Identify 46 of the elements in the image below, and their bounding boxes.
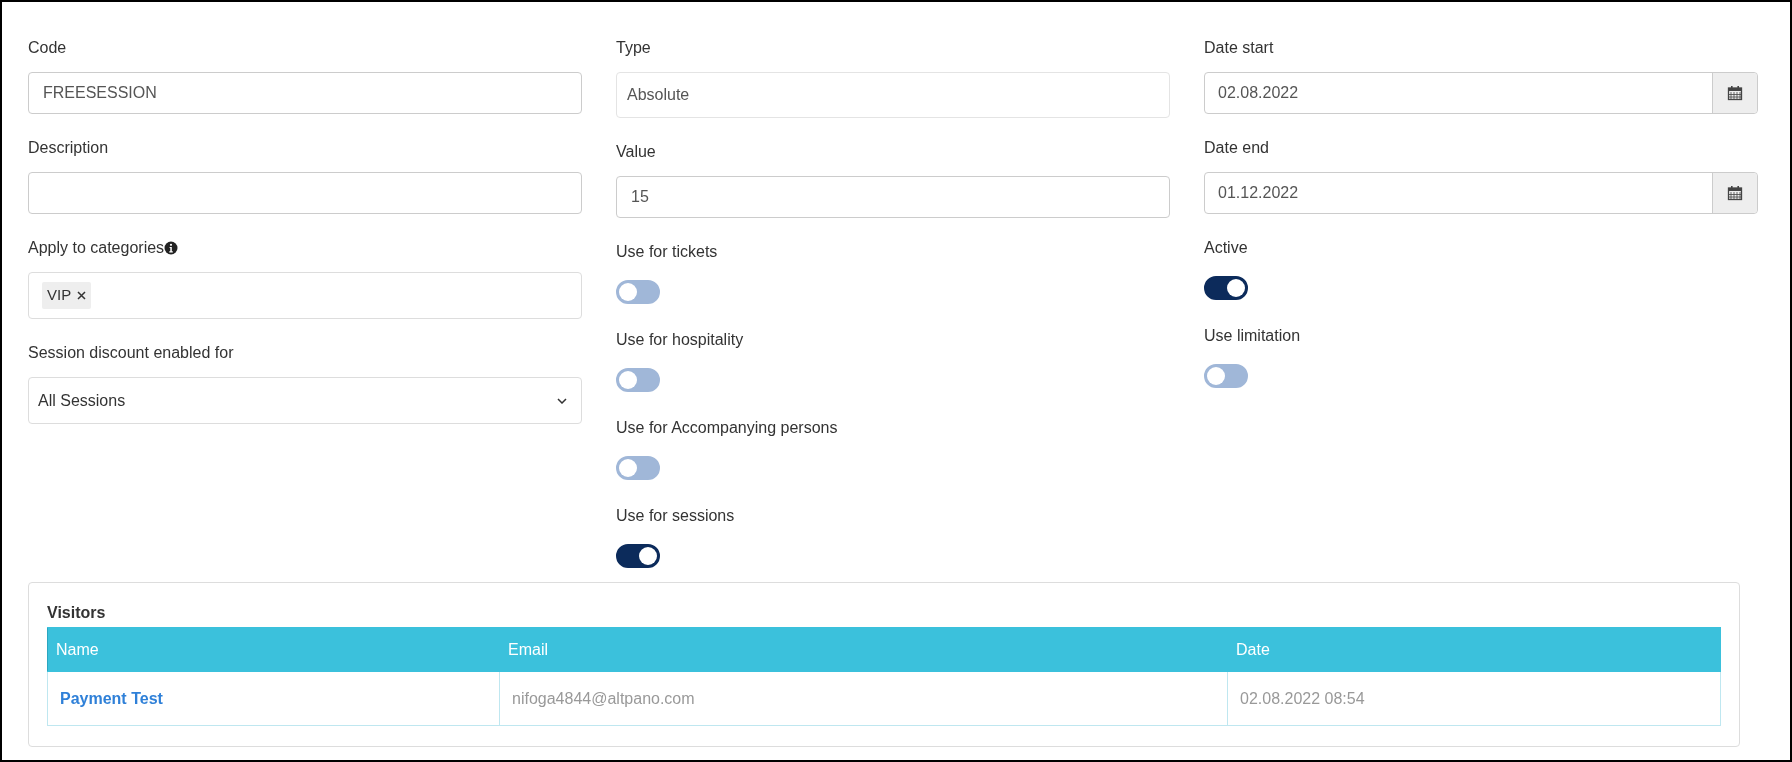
field-label: Use for Accompanying persons (616, 419, 838, 436)
field-label: Session discount enabled for (28, 343, 234, 363)
field-label: Use limitation (1204, 327, 1301, 344)
section-title: Visitors (47, 603, 107, 623)
toggle-switch[interactable] (616, 544, 660, 568)
field-label: Apply to categories (28, 238, 165, 258)
column-header: Date (1227, 627, 1721, 672)
text-field[interactable] (28, 172, 582, 214)
toggle-switch[interactable] (616, 280, 660, 304)
field-label: Value (616, 142, 656, 162)
date-value: 01.12.2022 (1217, 183, 1300, 203)
field-label: Use for sessions (616, 507, 735, 524)
calendar-icon (1727, 185, 1743, 201)
text-field[interactable]: FREESESSION (28, 72, 582, 114)
session-select[interactable]: All Sessions (28, 377, 582, 424)
toggle-switch[interactable] (616, 368, 660, 392)
toggle-switch[interactable] (1204, 276, 1248, 300)
text-field[interactable]: 15 (616, 176, 1170, 218)
tag-label: VIP (47, 285, 72, 306)
calendar-icon (1727, 85, 1743, 101)
calendar-button[interactable] (1712, 173, 1757, 213)
close-icon[interactable] (77, 291, 87, 300)
date-field[interactable]: 02.08.2022 (1204, 72, 1758, 114)
select-value: All Sessions (38, 390, 126, 411)
field-label: Date end (1204, 138, 1269, 158)
field-label: Type (616, 38, 651, 58)
table-cell: 02.08.2022 08:54 (1227, 671, 1721, 726)
field-label: Use for hospitality (616, 331, 744, 348)
field-label: Active (1204, 239, 1248, 256)
categories-field[interactable]: VIP (28, 272, 582, 319)
chevron-down-icon (557, 397, 567, 404)
calendar-button[interactable] (1712, 73, 1757, 113)
visitor-name-link[interactable]: Payment Test (60, 689, 163, 707)
field-label: Date start (1204, 38, 1274, 58)
table-cell: nifoga4844@altpano.com (499, 671, 1228, 726)
field-label: Code (28, 38, 67, 58)
toggle-switch[interactable] (616, 456, 660, 480)
field-label: Use for tickets (616, 243, 718, 260)
column-header: Email (499, 627, 1228, 672)
field-label: Description (28, 138, 109, 158)
toggle-switch[interactable] (1204, 364, 1248, 388)
type-field[interactable]: Absolute (616, 72, 1170, 118)
info-icon (164, 241, 179, 255)
date-value: 02.08.2022 (1217, 83, 1300, 103)
date-field[interactable]: 01.12.2022 (1204, 172, 1758, 214)
column-header: Name (47, 627, 500, 672)
